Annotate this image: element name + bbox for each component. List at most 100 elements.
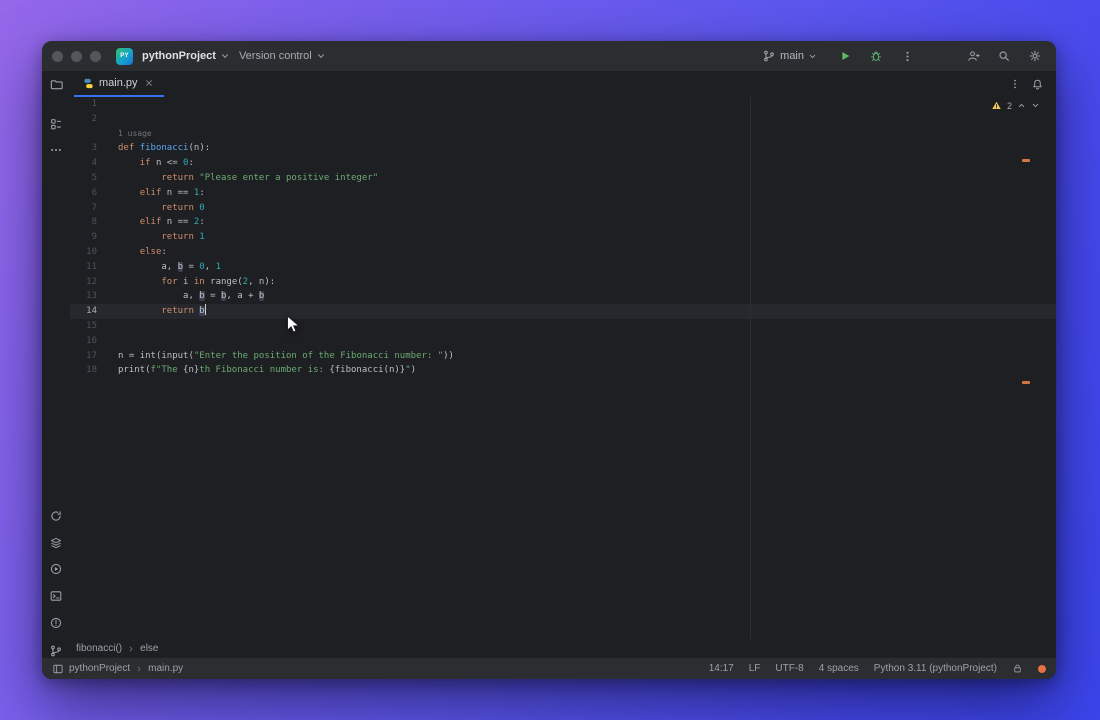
line-number[interactable]: 7 <box>70 201 110 216</box>
line-number[interactable]: 12 <box>70 275 110 290</box>
code-line-6[interactable]: 6 elif n == 1: <box>70 186 1056 201</box>
services-tool-button[interactable] <box>47 534 65 552</box>
line-number[interactable]: 8 <box>70 215 110 230</box>
line-number[interactable]: 16 <box>70 334 110 349</box>
code-line-14[interactable]: 14 return b <box>70 304 1056 319</box>
pycharm-logo-text: PY <box>120 53 129 59</box>
interpreter-widget[interactable]: Python 3.11 (pythonProject) <box>874 663 997 674</box>
titlebar: PY pythonProject Version control <box>42 41 1056 72</box>
prev-problem-icon[interactable] <box>1017 101 1026 110</box>
search-everywhere-button[interactable] <box>993 45 1015 67</box>
python-console-tool-button[interactable] <box>47 507 65 525</box>
folder-icon <box>51 80 62 88</box>
tab-label: main.py <box>99 77 138 89</box>
caret-position[interactable]: 14:17 <box>709 663 734 674</box>
tab-main-py[interactable]: main.py <box>74 71 164 97</box>
code-with-me-button[interactable] <box>962 45 984 67</box>
terminal-tool-button[interactable] <box>47 587 65 605</box>
more-tool-windows-button[interactable] <box>47 141 65 159</box>
tool-window-layout-icon[interactable] <box>52 663 64 675</box>
code-line-17[interactable]: 17n = int(input("Enter the position of t… <box>70 349 1056 364</box>
debug-button[interactable] <box>865 45 887 67</box>
code-line-10[interactable]: 10 else: <box>70 245 1056 260</box>
line-number[interactable]: 3 <box>70 141 110 156</box>
version-control-widget[interactable]: Version control <box>239 50 326 62</box>
tab-options-button[interactable] <box>1009 78 1021 90</box>
chevron-down-icon <box>316 51 326 61</box>
code-text: return 1 <box>110 230 205 245</box>
warning-icon <box>991 100 1002 111</box>
code-line-2[interactable]: 2 <box>70 112 1056 127</box>
line-number[interactable]: 5 <box>70 171 110 186</box>
tab-close-icon[interactable] <box>143 77 155 89</box>
code-line-7[interactable]: 7 return 0 <box>70 201 1056 216</box>
code-line-1[interactable]: 1 <box>70 97 1056 112</box>
breadcrumb-item[interactable]: else <box>140 643 158 654</box>
line-number[interactable]: 4 <box>70 156 110 171</box>
indent-style[interactable]: 4 spaces <box>819 663 859 674</box>
code-line-16[interactable]: 16 <box>70 334 1056 349</box>
code-line-5[interactable]: 5 return "Please enter a positive intege… <box>70 171 1056 186</box>
code-text: for i in range(2, n): <box>110 275 275 290</box>
line-number[interactable]: 6 <box>70 186 110 201</box>
code-line-13[interactable]: 13 a, b = b, a + b <box>70 289 1056 304</box>
line-ending[interactable]: LF <box>749 663 761 674</box>
code-text <box>110 334 118 349</box>
pycharm-logo: PY <box>116 48 133 65</box>
code-text: print(f"The {n}th Fibonacci number is: {… <box>110 363 416 378</box>
minimize-button[interactable] <box>71 51 82 62</box>
line-number[interactable]: 17 <box>70 349 110 364</box>
code-line-15[interactable]: 15 <box>70 319 1056 334</box>
statusbar-project[interactable]: pythonProject <box>69 663 130 674</box>
editor[interactable]: 121 usage3def fibonacci(n):4 if n <= 0:5… <box>70 97 1056 639</box>
zoom-button[interactable] <box>90 51 101 62</box>
structure-tool-button[interactable] <box>47 115 65 133</box>
line-number[interactable]: 13 <box>70 289 110 304</box>
line-number[interactable]: 15 <box>70 319 110 334</box>
line-number[interactable]: 9 <box>70 230 110 245</box>
line-number[interactable]: 1 <box>70 97 110 112</box>
git-branch-widget[interactable]: main <box>762 49 817 63</box>
inspection-widget[interactable]: 2 <box>991 100 1040 111</box>
code-text: a, b = 0, 1 <box>110 260 221 275</box>
branch-name: main <box>780 50 804 62</box>
line-number[interactable]: 11 <box>70 260 110 275</box>
notification-dot[interactable] <box>1038 665 1046 673</box>
notifications-bell-button[interactable] <box>1031 78 1044 91</box>
usage-inlay-row[interactable]: 1 usage <box>70 127 1056 142</box>
left-tool-rail <box>42 97 71 658</box>
line-number[interactable]: 10 <box>70 245 110 260</box>
settings-button[interactable] <box>1024 45 1046 67</box>
code-line-9[interactable]: 9 return 1 <box>70 230 1056 245</box>
close-button[interactable] <box>52 51 63 62</box>
file-encoding[interactable]: UTF-8 <box>775 663 803 674</box>
git-branch-icon <box>762 49 776 63</box>
problems-tool-button[interactable] <box>47 614 65 632</box>
run-button[interactable] <box>834 45 856 67</box>
project-widget[interactable]: pythonProject <box>142 50 230 62</box>
code-line-12[interactable]: 12 for i in range(2, n): <box>70 275 1056 290</box>
lock-icon[interactable] <box>1012 663 1023 674</box>
code-line-4[interactable]: 4 if n <= 0: <box>70 156 1056 171</box>
code-text: return b <box>110 304 206 319</box>
breadcrumb-item[interactable]: fibonacci() <box>76 643 122 654</box>
warning-stripe-mark[interactable] <box>1022 381 1030 384</box>
mouse-cursor <box>286 315 301 335</box>
code-line-11[interactable]: 11 a, b = 0, 1 <box>70 260 1056 275</box>
statusbar-file[interactable]: main.py <box>148 663 183 674</box>
warning-stripe-mark[interactable] <box>1022 159 1030 162</box>
code-line-18[interactable]: 18print(f"The {n}th Fibonacci number is:… <box>70 363 1056 378</box>
run-tool-button[interactable] <box>47 560 65 578</box>
line-number[interactable]: 14 <box>70 304 110 319</box>
code-text: return 0 <box>110 201 205 216</box>
project-tool-button[interactable] <box>42 71 70 97</box>
code-line-8[interactable]: 8 elif n == 2: <box>70 215 1056 230</box>
project-name: pythonProject <box>142 50 216 62</box>
more-actions-button[interactable] <box>896 45 918 67</box>
window-controls <box>52 51 101 62</box>
line-number[interactable]: 18 <box>70 363 110 378</box>
line-number[interactable]: 2 <box>70 112 110 127</box>
code-line-3[interactable]: 3def fibonacci(n): <box>70 141 1056 156</box>
statusbar-right: 14:17 LF UTF-8 4 spaces Python 3.11 (pyt… <box>709 663 1046 674</box>
next-problem-icon[interactable] <box>1031 101 1040 110</box>
